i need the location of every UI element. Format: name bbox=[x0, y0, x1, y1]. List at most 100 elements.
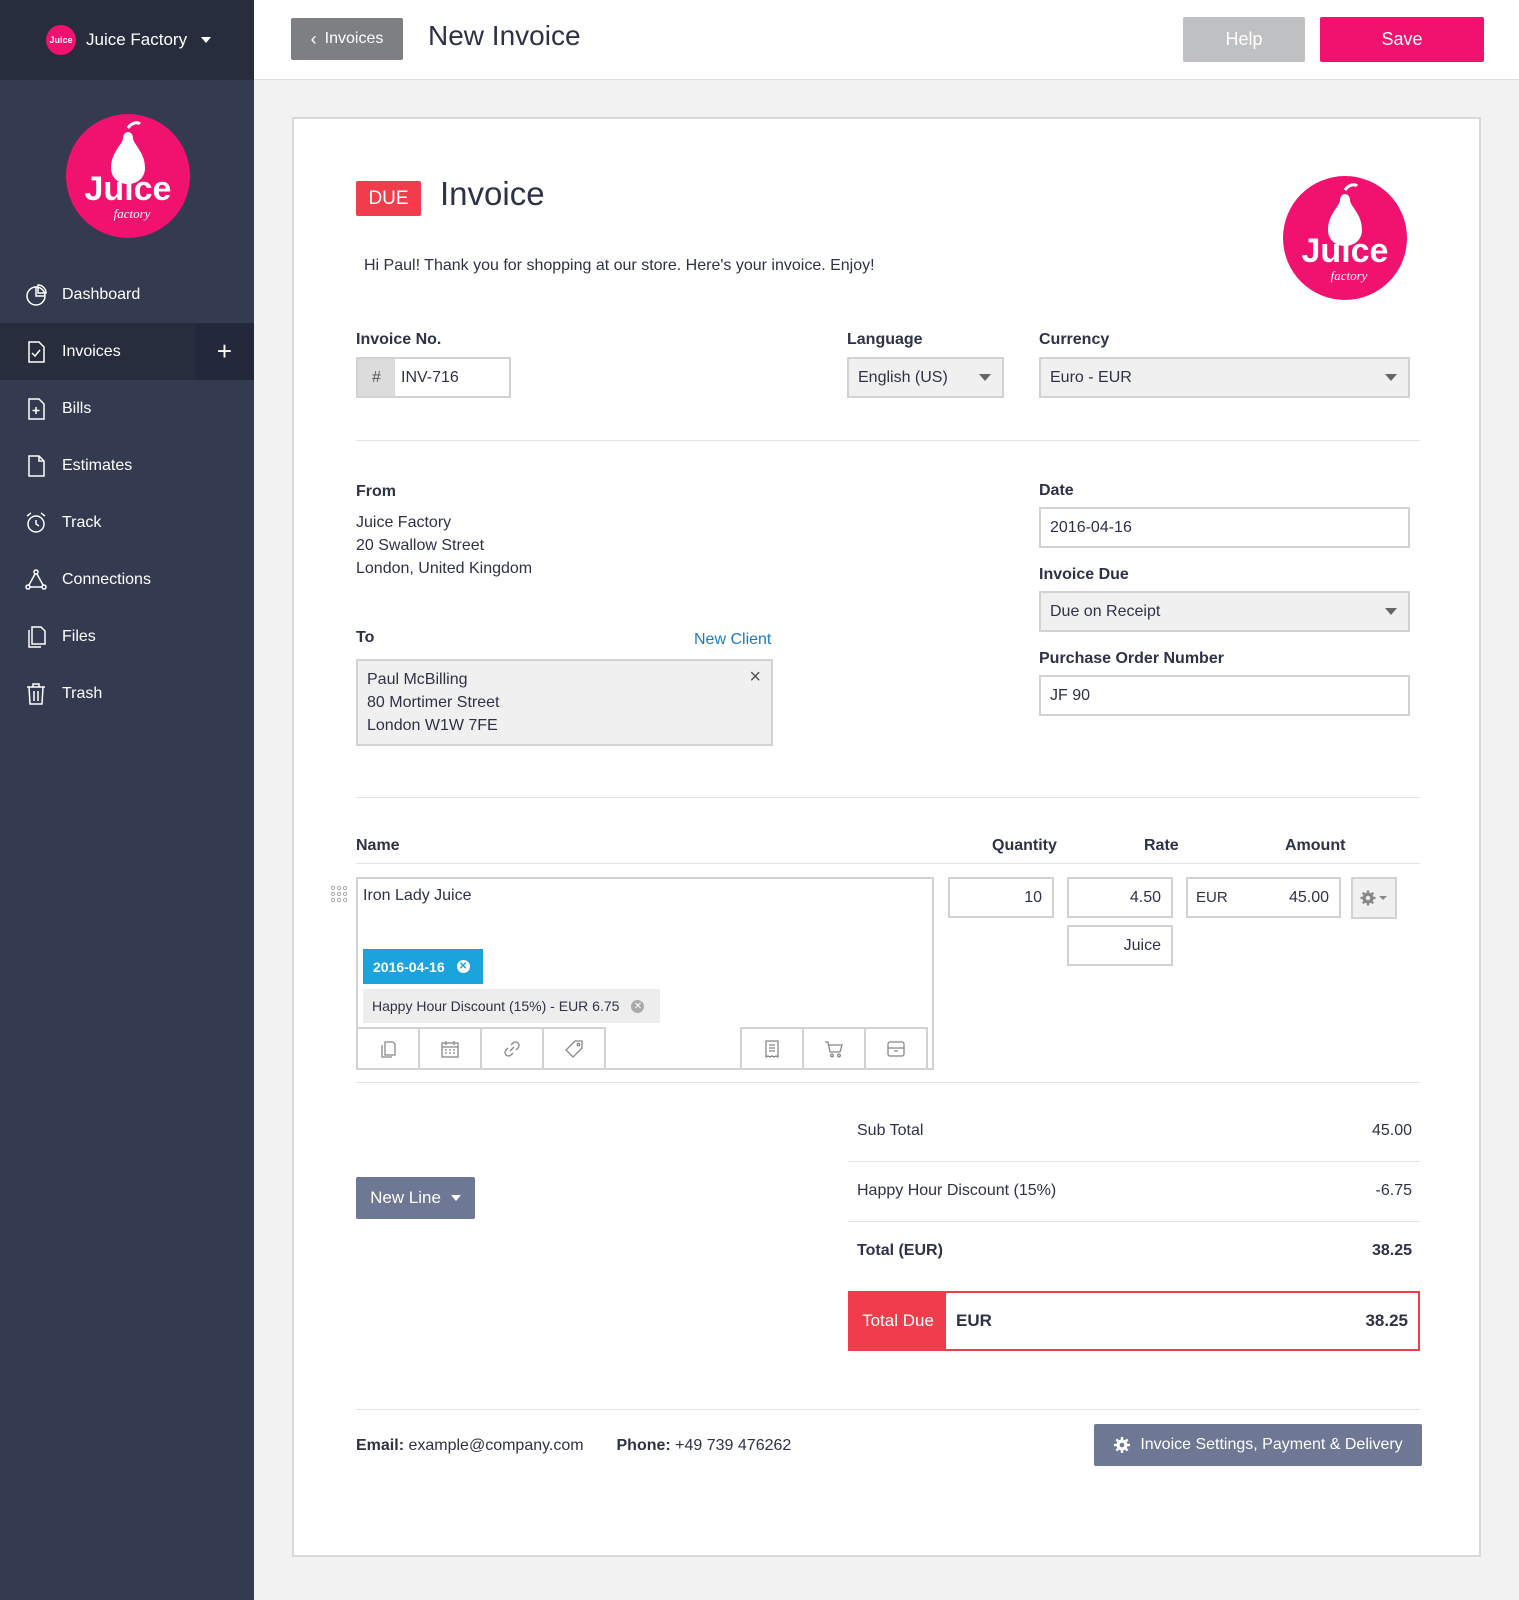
nav-item-invoices[interactable]: Invoices + bbox=[0, 323, 254, 380]
company-switcher[interactable]: Juice Juice Factory bbox=[0, 0, 254, 80]
nav-item-files[interactable]: Files bbox=[0, 608, 254, 665]
link-button[interactable] bbox=[480, 1027, 544, 1070]
archive-button[interactable] bbox=[864, 1027, 928, 1070]
amount-field[interactable]: EUR 45.00 bbox=[1186, 877, 1341, 918]
copy-line-button[interactable] bbox=[356, 1027, 420, 1070]
invoice-icon bbox=[28, 340, 45, 363]
nav-label: Estimates bbox=[62, 456, 133, 474]
language-label: Language bbox=[847, 331, 923, 348]
nav-item-estimates[interactable]: Estimates bbox=[0, 437, 254, 494]
unit-field[interactable]: Juice bbox=[1067, 925, 1173, 966]
nav-label: Track bbox=[62, 513, 102, 531]
invoice-logo[interactable]: Juice factory bbox=[1283, 176, 1407, 300]
client-line: Paul McBilling bbox=[367, 671, 468, 688]
email-label: Email: bbox=[356, 1437, 405, 1454]
date-tag-label: 2016-04-16 bbox=[373, 958, 445, 975]
divider bbox=[356, 1409, 1420, 1410]
invoice-settings-button[interactable]: Invoice Settings, Payment & Delivery bbox=[1094, 1424, 1422, 1466]
bill-icon bbox=[28, 397, 45, 420]
drag-handle-icon[interactable] bbox=[330, 885, 348, 903]
new-line-button[interactable]: New Line bbox=[356, 1177, 475, 1219]
contact-info[interactable]: Email: example@company.com Phone: +49 73… bbox=[356, 1437, 791, 1455]
nav-label: Dashboard bbox=[62, 285, 141, 303]
main-nav: Dashboard Invoices + Bills Estimates Tra… bbox=[0, 266, 254, 722]
line-toolbar bbox=[356, 1027, 928, 1070]
new-line-label: New Line bbox=[370, 1188, 441, 1207]
logo-word: Juice bbox=[85, 170, 172, 208]
new-client-link[interactable]: New Client bbox=[694, 631, 771, 649]
total-due-box: Total Due EUR 38.25 bbox=[848, 1291, 1420, 1351]
nav-label: Files bbox=[62, 627, 96, 645]
calendar-icon bbox=[441, 1040, 459, 1058]
chevron-down-icon bbox=[979, 374, 991, 381]
receipt-icon bbox=[765, 1039, 779, 1058]
total-due-label: Total Due bbox=[850, 1293, 946, 1349]
quantity-field[interactable]: 10 bbox=[948, 877, 1054, 918]
remove-tag-icon[interactable]: ✕ bbox=[456, 960, 470, 973]
invoice-number-value: INV-716 bbox=[401, 368, 459, 386]
client-line: London W1W 7FE bbox=[367, 717, 498, 734]
column-header-rate: Rate bbox=[1144, 837, 1179, 854]
company-logo-small: Juice bbox=[46, 25, 76, 55]
divider bbox=[356, 440, 1420, 441]
phone-label: Phone: bbox=[616, 1437, 671, 1454]
nav-item-dashboard[interactable]: Dashboard bbox=[0, 266, 254, 323]
top-bar: ‹ Invoices New Invoice Help Save bbox=[254, 0, 1519, 80]
invoice-number-field[interactable]: # INV-716 bbox=[356, 357, 511, 398]
discount-tag[interactable]: Happy Hour Discount (15%) - EUR 6.75 ✕ bbox=[363, 989, 660, 1023]
line-item-name[interactable]: Iron Lady Juice bbox=[363, 887, 472, 905]
date-tag[interactable]: 2016-04-16 ✕ bbox=[363, 949, 483, 984]
divider bbox=[356, 863, 1420, 864]
link-icon bbox=[504, 1040, 520, 1057]
nav-item-trash[interactable]: Trash bbox=[0, 665, 254, 722]
from-line: 20 Swallow Street bbox=[356, 537, 485, 554]
chevron-down-icon bbox=[201, 37, 212, 43]
language-select[interactable]: English (US) bbox=[847, 357, 1004, 398]
invoice-document: DUE Invoice Juice factory Hi Paul! Thank… bbox=[292, 117, 1481, 1557]
po-field[interactable]: JF 90 bbox=[1039, 675, 1410, 716]
invoice-number-label: Invoice No. bbox=[356, 331, 442, 348]
date-field[interactable]: 2016-04-16 bbox=[1039, 507, 1410, 548]
invoice-due-select[interactable]: Due on Receipt bbox=[1039, 591, 1410, 632]
trash-icon bbox=[27, 682, 45, 705]
receipt-button[interactable] bbox=[740, 1027, 804, 1070]
subtotal-label: Sub Total bbox=[857, 1122, 924, 1139]
date-button[interactable] bbox=[418, 1027, 482, 1070]
tag-button[interactable] bbox=[542, 1027, 606, 1070]
nav-label: Connections bbox=[62, 570, 151, 588]
line-item-description[interactable]: Iron Lady Juice 2016-04-16 ✕ Happy Hour … bbox=[356, 877, 934, 1070]
nav-item-bills[interactable]: Bills bbox=[0, 380, 254, 437]
back-to-invoices-button[interactable]: ‹ Invoices bbox=[291, 18, 403, 60]
close-icon[interactable]: × bbox=[749, 666, 761, 689]
remove-tag-icon[interactable]: ✕ bbox=[631, 999, 645, 1013]
client-box[interactable]: Paul McBilling 80 Mortimer Street London… bbox=[356, 659, 773, 746]
chevron-left-icon: ‹ bbox=[310, 28, 317, 49]
cart-button[interactable] bbox=[802, 1027, 866, 1070]
logo-word: Juice bbox=[1302, 232, 1389, 270]
currency-select[interactable]: Euro - EUR bbox=[1039, 357, 1410, 398]
greeting-message[interactable]: Hi Paul! Thank you for shopping at our s… bbox=[364, 257, 875, 275]
save-button[interactable]: Save bbox=[1320, 17, 1484, 62]
rate-field[interactable]: 4.50 bbox=[1067, 877, 1173, 918]
amount-value: 45.00 bbox=[1288, 888, 1329, 906]
po-value: JF 90 bbox=[1050, 686, 1091, 704]
column-header-quantity: Quantity bbox=[992, 837, 1057, 854]
nav-item-connections[interactable]: Connections bbox=[0, 551, 254, 608]
total-row: Total (EUR) 38.25 bbox=[848, 1242, 1420, 1260]
sidebar: Juice Juice Factory Juice factory Dashbo… bbox=[0, 0, 254, 1600]
nav-item-track[interactable]: Track bbox=[0, 494, 254, 551]
help-button[interactable]: Help bbox=[1183, 17, 1305, 62]
add-invoice-button[interactable]: + bbox=[195, 323, 254, 380]
divider bbox=[356, 797, 1420, 798]
discount-row: Happy Hour Discount (15%) -6.75 bbox=[848, 1182, 1420, 1200]
gear-icon bbox=[1360, 890, 1387, 906]
from-address[interactable]: Juice Factory 20 Swallow Street London, … bbox=[356, 511, 532, 580]
column-header-amount: Amount bbox=[1285, 837, 1346, 854]
line-settings-button[interactable] bbox=[1351, 877, 1397, 919]
page-title: New Invoice bbox=[428, 20, 581, 51]
connections-icon bbox=[25, 568, 47, 590]
invoice-settings-label: Invoice Settings, Payment & Delivery bbox=[1140, 1436, 1403, 1453]
cart-icon bbox=[825, 1040, 843, 1057]
nav-label: Bills bbox=[62, 399, 92, 417]
alarm-clock-icon bbox=[26, 511, 46, 533]
